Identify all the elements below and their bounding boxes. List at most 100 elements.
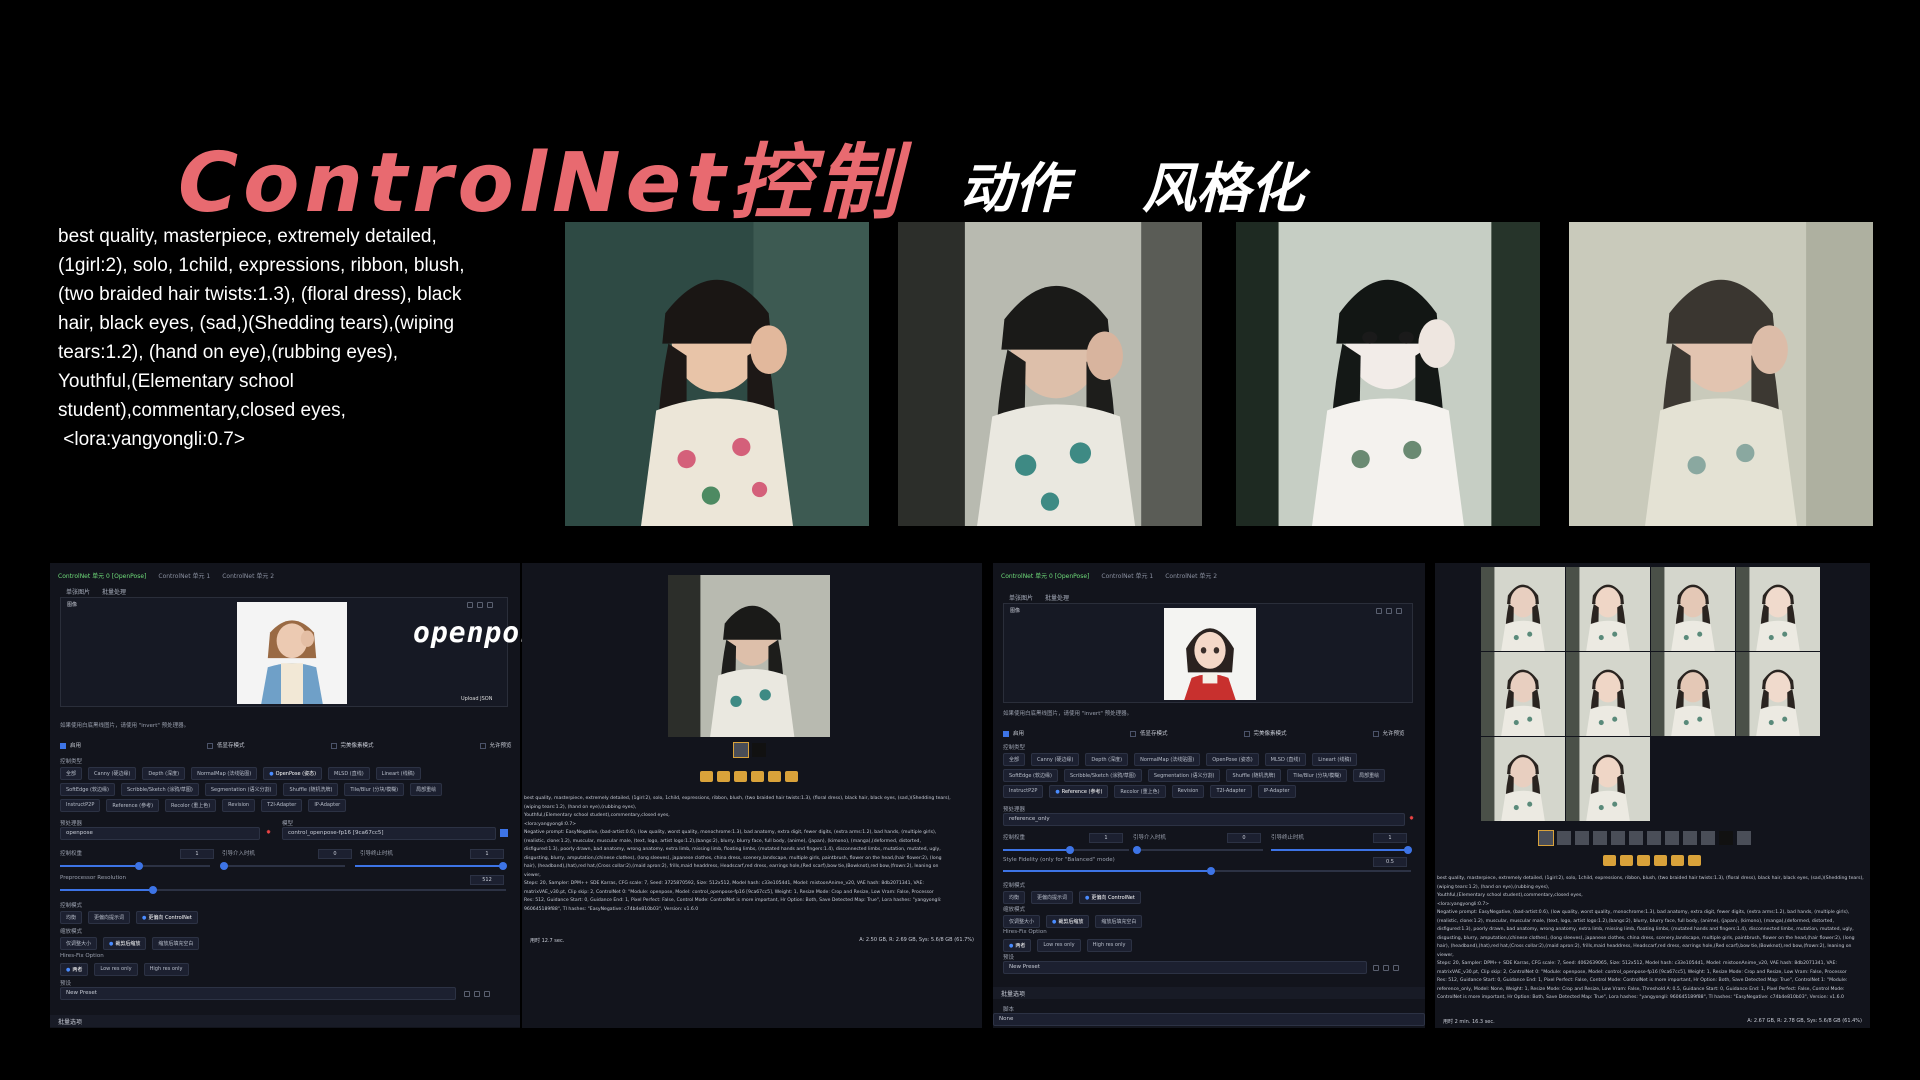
type-depth[interactable]: Depth (深度) bbox=[1085, 753, 1129, 766]
type-scribble[interactable]: Scribble/Sketch (涂鸦/草图) bbox=[120, 783, 199, 796]
type-normalmap[interactable]: NormalMap (法线贴图) bbox=[1134, 753, 1201, 766]
send-inpaint-button[interactable] bbox=[1671, 855, 1684, 866]
close-icon[interactable] bbox=[1396, 608, 1402, 614]
type-instructp2p[interactable]: InstructP2P bbox=[1003, 785, 1044, 798]
delete-preset-icon[interactable] bbox=[474, 991, 480, 997]
upload-json-button[interactable]: Upload JSON bbox=[461, 696, 492, 702]
grid-image[interactable] bbox=[1651, 567, 1735, 651]
style-fidelity-slider[interactable] bbox=[1003, 867, 1411, 875]
open-folder-button[interactable] bbox=[1603, 855, 1616, 866]
tab-controlnet-unit-2[interactable]: ControlNet 单元 2 bbox=[1165, 569, 1217, 582]
type-openpose[interactable]: OpenPose (姿态) bbox=[263, 767, 323, 780]
output-thumbnail[interactable] bbox=[1665, 831, 1679, 845]
output-thumbnail[interactable] bbox=[1575, 831, 1589, 845]
mode-prompt[interactable]: 更偏向提示词 bbox=[88, 911, 131, 924]
start-input[interactable]: 0 bbox=[1227, 833, 1261, 843]
style-fidelity-input[interactable]: 0.5 bbox=[1373, 857, 1407, 867]
batch-options[interactable]: 批量选项 bbox=[993, 987, 1425, 999]
type-mlsd[interactable]: MLSD (直线) bbox=[328, 767, 370, 780]
refresh-preset-icon[interactable] bbox=[484, 991, 490, 997]
output-thumbnail[interactable] bbox=[1611, 831, 1625, 845]
type-recolor[interactable]: Recolor (重上色) bbox=[165, 799, 217, 812]
grid-image[interactable] bbox=[1566, 737, 1650, 821]
run-preprocessor-icon[interactable]: ✸ bbox=[1409, 815, 1414, 822]
output-thumbnail-1[interactable] bbox=[733, 742, 749, 758]
output-thumbnail[interactable] bbox=[1538, 830, 1554, 846]
type-segmentation[interactable]: Segmentation (语义分割) bbox=[1147, 769, 1221, 782]
send-img2img-button[interactable] bbox=[1654, 855, 1667, 866]
subtab-single-image[interactable]: 单张图片 bbox=[1009, 593, 1033, 602]
resolution-slider[interactable] bbox=[60, 886, 506, 894]
grid-image[interactable] bbox=[1481, 737, 1565, 821]
output-grid[interactable] bbox=[1481, 567, 1821, 823]
allow-preview-checkbox[interactable]: 允许预览 bbox=[479, 741, 512, 749]
open-folder-button[interactable] bbox=[700, 771, 713, 782]
type-instructp2p[interactable]: InstructP2P bbox=[60, 799, 101, 812]
type-openpose[interactable]: OpenPose (姿态) bbox=[1206, 753, 1259, 766]
save-button[interactable] bbox=[1620, 855, 1633, 866]
zip-button[interactable] bbox=[734, 771, 747, 782]
type-shuffle[interactable]: Shuffle (随机洗牌) bbox=[1226, 769, 1282, 782]
end-slider[interactable] bbox=[1271, 846, 1412, 854]
preprocessor-select[interactable]: reference_only bbox=[1003, 813, 1405, 826]
hires-low[interactable]: Low res only bbox=[94, 963, 138, 976]
image-upload-area[interactable]: 图像 bbox=[1003, 603, 1413, 703]
undo-icon[interactable] bbox=[1376, 608, 1382, 614]
mode-prompt[interactable]: 更偏向提示词 bbox=[1031, 891, 1074, 904]
type-mlsd[interactable]: MLSD (直线) bbox=[1264, 753, 1307, 766]
subtab-batch[interactable]: 批量处理 bbox=[102, 587, 126, 596]
type-softedge[interactable]: SoftEdge (软边缘) bbox=[60, 783, 115, 796]
type-recolor[interactable]: Recolor (重上色) bbox=[1114, 785, 1166, 798]
resolution-input[interactable]: 512 bbox=[470, 875, 504, 885]
refresh-models-icon[interactable] bbox=[500, 829, 508, 837]
type-t2i-adapter[interactable]: T2I-Adapter bbox=[1210, 785, 1252, 798]
type-ip-adapter[interactable]: IP-Adapter bbox=[308, 799, 347, 812]
grid-image[interactable] bbox=[1566, 567, 1650, 651]
send-inpaint-button[interactable] bbox=[768, 771, 781, 782]
weight-slider[interactable] bbox=[60, 862, 210, 870]
output-thumbnail[interactable] bbox=[1683, 831, 1697, 845]
preset-select[interactable]: New Preset bbox=[1003, 961, 1367, 974]
grid-image[interactable] bbox=[1566, 652, 1650, 736]
type-tile[interactable]: Tile/Blur (分块/模糊) bbox=[344, 783, 405, 796]
output-thumbnail[interactable] bbox=[1701, 831, 1715, 845]
delete-preset-icon[interactable] bbox=[1383, 965, 1389, 971]
resize-crop[interactable]: 裁剪后缩放 bbox=[1046, 915, 1090, 928]
output-thumbnail-2[interactable] bbox=[752, 743, 766, 757]
grid-image[interactable] bbox=[1481, 567, 1565, 651]
pixel-perfect-checkbox[interactable]: 完美像素模式 bbox=[1243, 729, 1287, 737]
mode-controlnet[interactable]: 更偏向 ControlNet bbox=[1079, 891, 1141, 904]
output-thumbnail[interactable] bbox=[1737, 831, 1751, 845]
type-inpaint[interactable]: 局部重绘 bbox=[410, 783, 443, 796]
mode-controlnet[interactable]: 更偏向 ControlNet bbox=[136, 911, 198, 924]
type-lineart[interactable]: Lineart (线稿) bbox=[375, 767, 421, 780]
script-select[interactable]: None bbox=[993, 1013, 1425, 1026]
save-preset-icon[interactable] bbox=[464, 991, 470, 997]
image-upload-area[interactable]: 图像 Upload JSON bbox=[60, 597, 508, 707]
type-revision[interactable]: Revision bbox=[222, 799, 256, 812]
subtab-single-image[interactable]: 单张图片 bbox=[66, 587, 90, 596]
weight-input[interactable]: 1 bbox=[1089, 833, 1123, 843]
type-depth[interactable]: Depth (深度) bbox=[142, 767, 186, 780]
mode-balanced[interactable]: 均衡 bbox=[60, 911, 83, 924]
save-preset-icon[interactable] bbox=[1373, 965, 1379, 971]
type-inpaint[interactable]: 局部重绘 bbox=[1353, 769, 1386, 782]
tab-controlnet-unit-0[interactable]: ControlNet 单元 0 [OpenPose] bbox=[1001, 569, 1089, 582]
output-thumbnail[interactable] bbox=[1593, 831, 1607, 845]
undo-icon[interactable] bbox=[467, 602, 473, 608]
type-revision[interactable]: Revision bbox=[1171, 785, 1205, 798]
type-canny[interactable]: Canny (硬边缘) bbox=[1031, 753, 1080, 766]
grid-image[interactable] bbox=[1736, 567, 1820, 651]
subtab-batch[interactable]: 批量处理 bbox=[1045, 593, 1069, 602]
grid-image[interactable] bbox=[1481, 652, 1565, 736]
type-reference[interactable]: Reference (参考) bbox=[106, 799, 160, 812]
type-segmentation[interactable]: Segmentation (语义分割) bbox=[204, 783, 278, 796]
end-slider[interactable] bbox=[355, 862, 507, 870]
zip-button[interactable] bbox=[1637, 855, 1650, 866]
tab-controlnet-unit-0[interactable]: ControlNet 单元 0 [OpenPose] bbox=[58, 569, 146, 582]
resize-crop[interactable]: 裁剪后缩放 bbox=[103, 937, 147, 950]
run-preprocessor-icon[interactable]: ✸ bbox=[266, 829, 271, 836]
type-canny[interactable]: Canny (硬边缘) bbox=[88, 767, 137, 780]
refresh-preset-icon[interactable] bbox=[1393, 965, 1399, 971]
resize-just-resize[interactable]: 仅调整大小 bbox=[60, 937, 98, 950]
